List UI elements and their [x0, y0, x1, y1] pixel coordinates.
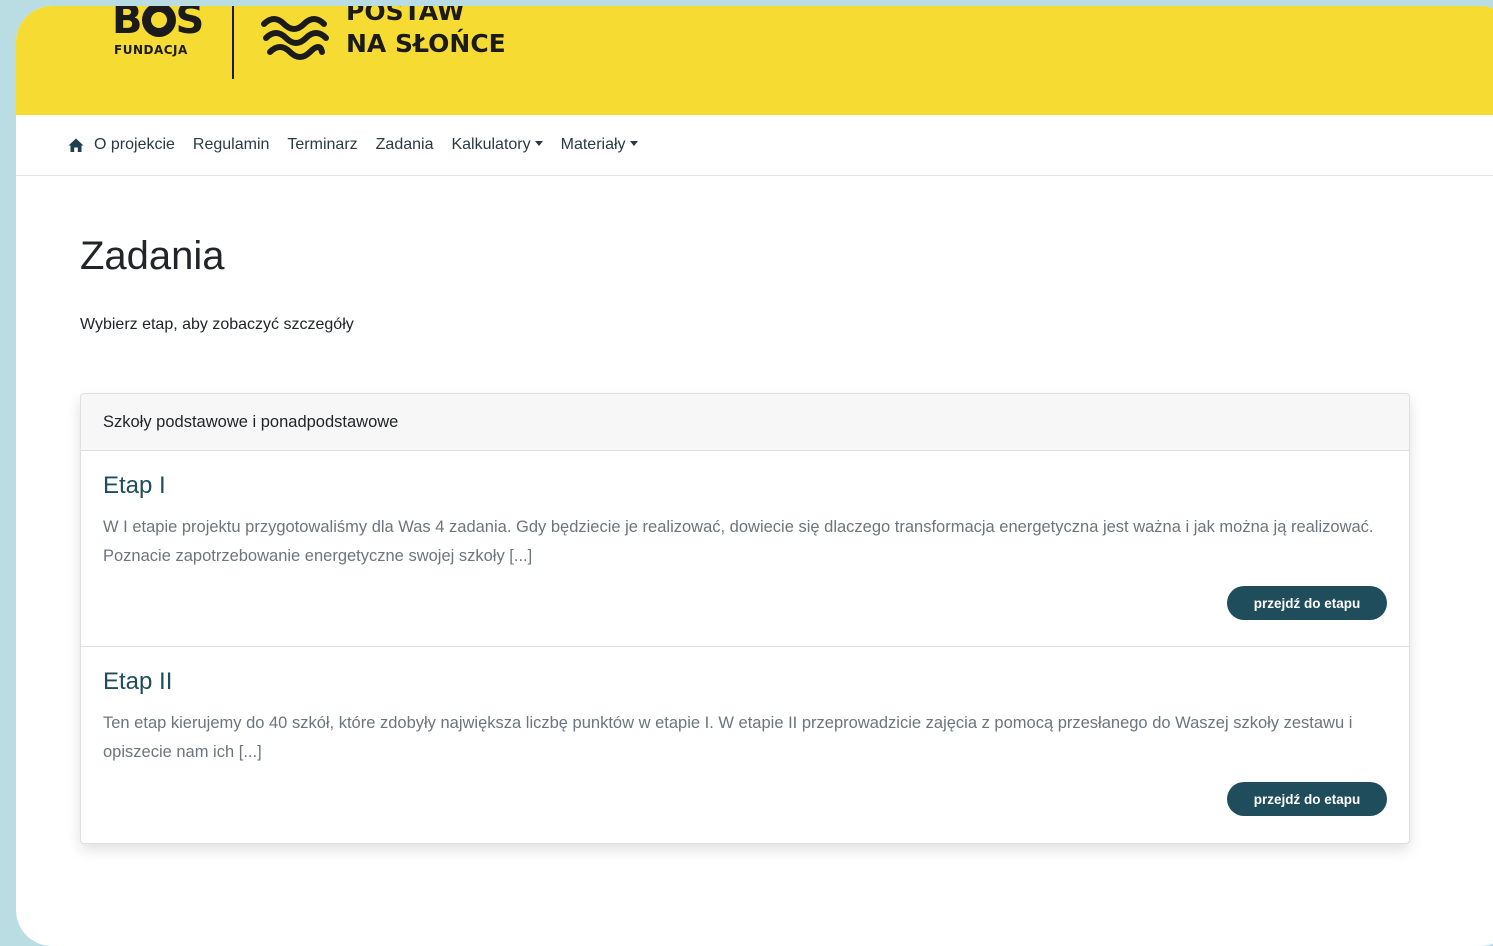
go-to-stage-button[interactable]: przejdź do etapu [1227, 782, 1387, 816]
nav-regulamin[interactable]: Regulamin [193, 136, 269, 154]
nav-kalkulatory-label: Kalkulatory [451, 136, 531, 153]
stage-item: Etap I W I etapie projektu przygotowaliś… [81, 451, 1409, 647]
bos-logo-subtitle: FUNDACJA [114, 43, 188, 57]
caret-down-icon [534, 141, 543, 146]
nav-kalkulatory-dropdown[interactable]: Kalkulatory [451, 136, 543, 154]
nav-materialy-dropdown[interactable]: Materiały [561, 136, 638, 154]
sun-wave-icon [261, 16, 329, 60]
stage-description: W I etapie projektu przygotowaliśmy dla … [103, 518, 1374, 565]
main-navbar: O projekcie Regulamin Terminarz Zadania … [16, 115, 1493, 176]
stage-title: Etap II [103, 668, 173, 695]
home-icon[interactable] [68, 137, 84, 153]
page-subtitle: Wybierz etap, aby zobaczyć szczegóły [80, 316, 354, 333]
stage-item: Etap II Ten etap kierujemy do 40 szkół, … [81, 647, 1409, 842]
logo-divider [232, 6, 234, 79]
nav-zadania[interactable]: Zadania [376, 136, 434, 154]
nav-o-projekcie[interactable]: O projekcie [94, 136, 175, 154]
browser-viewport: BS FUNDACJA POSTAW NA SŁOŃCE O projekcie… [16, 6, 1493, 946]
stage-title: Etap I [103, 472, 166, 499]
go-to-stage-button[interactable]: przejdź do etapu [1227, 586, 1387, 620]
stages-card: Szkoły podstawowe i ponadpodstawowe Etap… [80, 393, 1410, 844]
page-title: Zadania [80, 234, 225, 278]
project-logo-text: POSTAW NA SŁOŃCE [346, 6, 506, 60]
project-logo-line1: POSTAW [346, 6, 465, 26]
project-logo-line2: NA SŁOŃCE [346, 29, 506, 58]
card-header: Szkoły podstawowe i ponadpodstawowe [81, 394, 1409, 451]
nav-materialy-label: Materiały [560, 136, 626, 153]
caret-down-icon [629, 141, 638, 146]
nav-terminarz[interactable]: Terminarz [287, 136, 357, 154]
bos-foundation-logo[interactable]: BS FUNDACJA [112, 6, 212, 70]
site-header: BS FUNDACJA POSTAW NA SŁOŃCE [16, 6, 1493, 115]
bos-logo-text: BS [112, 6, 204, 40]
stage-description: Ten etap kierujemy do 40 szkół, które zd… [103, 714, 1353, 761]
